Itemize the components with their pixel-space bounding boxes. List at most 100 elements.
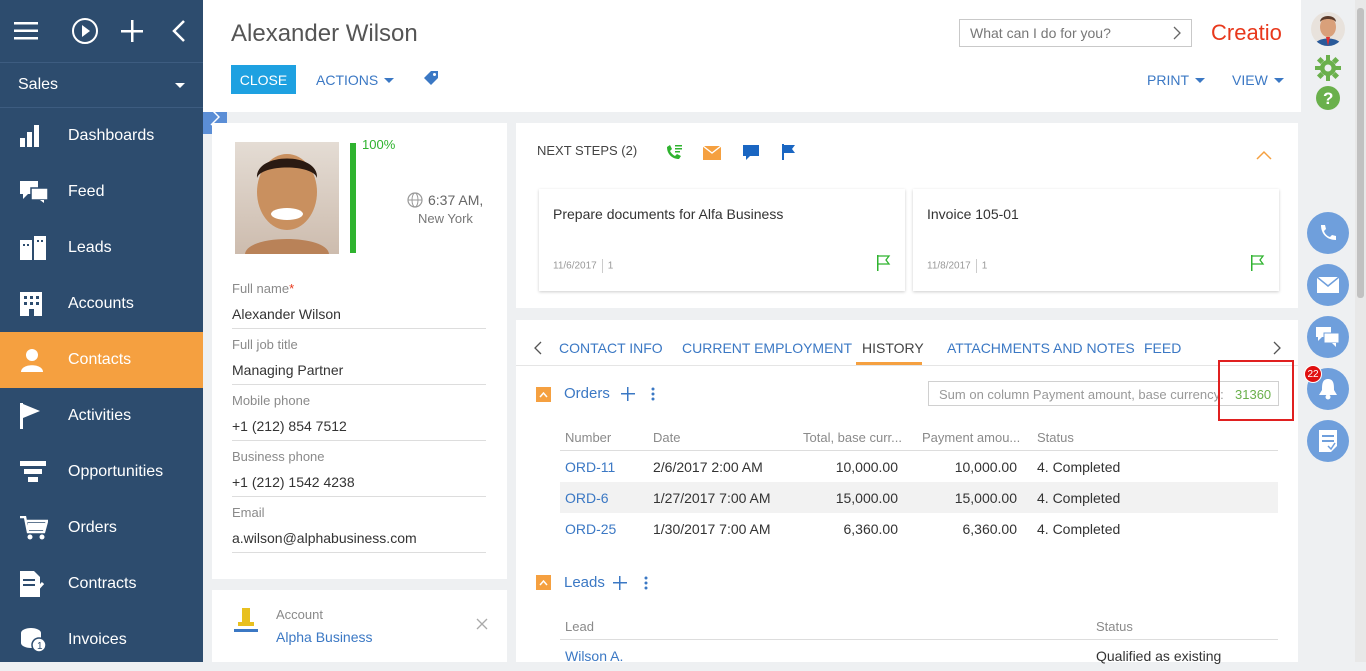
label-text: Full name [232, 281, 290, 296]
hamburger-icon [14, 22, 38, 40]
next-step-card[interactable]: Invoice 105-01 11/8/2017 1 [913, 189, 1279, 291]
gear-icon[interactable] [1315, 55, 1341, 81]
tab-attachments-and-notes[interactable]: ATTACHMENTS AND NOTES [947, 340, 1135, 356]
order-number-link[interactable]: ORD-6 [565, 490, 609, 506]
field-label-job-title: Full job title [232, 337, 298, 352]
field-label-email: Email [232, 505, 265, 520]
order-status: 4. Completed [1037, 490, 1121, 506]
actions-button[interactable]: ACTIONS [316, 72, 395, 88]
flag-icon[interactable] [1251, 255, 1265, 271]
close-button[interactable]: CLOSE [231, 65, 296, 94]
card-title: Prepare documents for Alfa Business [553, 206, 784, 222]
tag-button[interactable] [423, 70, 439, 86]
leads-icon [20, 236, 68, 260]
nav-item-feed[interactable]: Feed [0, 164, 203, 220]
nav-item-opportunities[interactable]: Opportunities [0, 444, 203, 500]
divider [601, 259, 603, 273]
card-date: 11/8/2017 [927, 260, 971, 272]
view-button[interactable]: VIEW [1232, 72, 1284, 88]
email-icon[interactable] [703, 146, 721, 160]
add-order-icon[interactable] [621, 387, 635, 401]
tab-contact-info[interactable]: CONTACT INFO [559, 340, 663, 356]
nav-item-activities[interactable]: Activities [0, 388, 203, 444]
workspace-selector[interactable]: Sales [0, 62, 203, 108]
local-time: 6:37 AM, [428, 192, 484, 208]
email-button[interactable] [1307, 264, 1349, 306]
tab-current-employment[interactable]: CURRENT EMPLOYMENT [682, 340, 852, 356]
tab-feed[interactable]: FEED [1144, 340, 1181, 356]
email-field[interactable]: a.wilson@alphabusiness.com [232, 530, 486, 553]
phone-button[interactable] [1307, 212, 1349, 254]
more-options-icon[interactable] [644, 576, 648, 590]
col-payment[interactable]: Payment amou... [922, 430, 1020, 445]
col-total[interactable]: Total, base curr... [803, 430, 902, 445]
document-feed-icon [1319, 430, 1337, 452]
leads-title[interactable]: Leads [564, 574, 605, 591]
actions-label: ACTIONS [316, 72, 379, 88]
chevron-up-icon[interactable] [1256, 150, 1272, 160]
job-title-field[interactable]: Managing Partner [232, 362, 486, 385]
flag-icon[interactable] [877, 255, 891, 271]
col-lead[interactable]: Lead [565, 619, 594, 634]
nav-item-accounts[interactable]: Accounts [0, 276, 203, 332]
chat-icon[interactable] [743, 145, 759, 160]
contact-photo[interactable] [235, 142, 339, 254]
nav-item-leads[interactable]: Leads [0, 220, 203, 276]
scrollbar[interactable] [1355, 0, 1366, 662]
process-button[interactable] [61, 11, 108, 51]
order-number-link[interactable]: ORD-11 [565, 459, 615, 475]
account-link[interactable]: Alpha Business [276, 629, 373, 645]
nav-item-contracts[interactable]: Contracts [0, 556, 203, 612]
play-icon [71, 18, 98, 44]
order-number-link[interactable]: ORD-25 [565, 521, 616, 537]
next-steps-title: NEXT STEPS (2) [537, 143, 638, 158]
col-status[interactable]: Status [1096, 619, 1133, 634]
menu-button[interactable] [14, 11, 61, 51]
collapse-button[interactable] [156, 11, 203, 51]
col-status[interactable]: Status [1037, 430, 1074, 445]
table-row[interactable]: ORD-25 1/30/2017 7:00 AM 6,360.00 6,360.… [560, 513, 1278, 544]
order-payment: 15,000.00 [954, 490, 1017, 506]
print-button[interactable]: PRINT [1147, 72, 1205, 88]
collapse-orders-icon[interactable] [536, 387, 551, 402]
close-icon[interactable] [476, 618, 488, 630]
help-icon[interactable]: ? [1315, 85, 1341, 111]
more-options-icon[interactable] [651, 387, 655, 401]
col-number[interactable]: Number [565, 430, 611, 445]
nav-item-orders[interactable]: Orders [0, 500, 203, 556]
sidebar: Sales Dashboards Feed Leads Accounts Con… [0, 0, 203, 662]
account-logo-icon [234, 608, 258, 632]
feed-button[interactable] [1307, 420, 1349, 462]
order-total: 6,360.00 [843, 521, 899, 537]
collapse-leads-icon[interactable] [536, 575, 551, 590]
table-row[interactable]: ORD-6 1/27/2017 7:00 AM 15,000.00 15,000… [560, 482, 1278, 513]
scrollbar-thumb[interactable] [1357, 8, 1364, 298]
nav-label: Contracts [68, 575, 137, 592]
table-row[interactable]: ORD-11 2/6/2017 2:00 AM 10,000.00 10,000… [560, 451, 1278, 482]
business-phone-field[interactable]: +1 (212) 1542 4238 [232, 474, 486, 497]
chevron-left-icon[interactable] [533, 341, 543, 355]
chat-button[interactable] [1307, 316, 1349, 358]
call-icon[interactable] [665, 144, 683, 160]
card-count: 1 [981, 260, 988, 272]
mobile-phone-field[interactable]: +1 (212) 854 7512 [232, 418, 486, 441]
card-title: Invoice 105-01 [927, 206, 1019, 222]
flag-icon[interactable] [782, 144, 796, 160]
orders-title[interactable]: Orders [564, 385, 610, 402]
col-date[interactable]: Date [653, 430, 680, 445]
table-row[interactable]: Wilson A. Qualified as existing [560, 640, 1278, 671]
add-button[interactable] [109, 11, 156, 51]
nav-item-dashboards[interactable]: Dashboards [0, 108, 203, 164]
nav-label: Orders [68, 519, 117, 536]
add-lead-icon[interactable] [613, 576, 627, 590]
nav-item-contacts[interactable]: Contacts [0, 332, 203, 388]
full-name-field[interactable]: Alexander Wilson [232, 306, 486, 329]
chevron-right-icon[interactable] [1272, 341, 1282, 355]
tab-history[interactable]: HISTORY [862, 340, 924, 356]
avatar[interactable] [1311, 12, 1345, 46]
completeness-value: 100% [362, 137, 396, 152]
nav-item-invoices[interactable]: 1 Invoices [0, 612, 203, 668]
search-input[interactable]: What can I do for you? [959, 19, 1192, 47]
order-payment: 10,000.00 [954, 459, 1017, 475]
next-step-card[interactable]: Prepare documents for Alfa Business 11/6… [539, 189, 905, 291]
